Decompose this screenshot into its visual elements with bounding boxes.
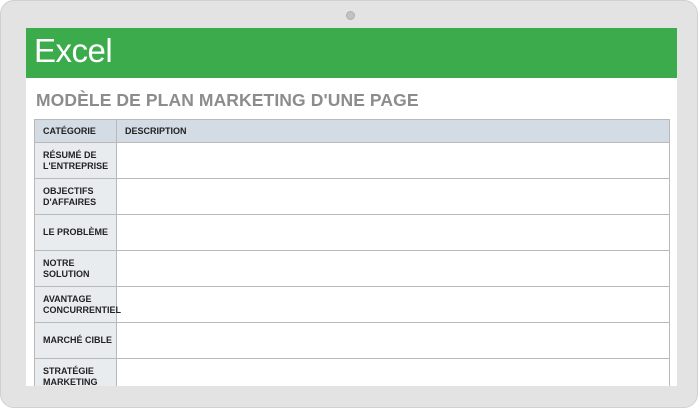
category-cell[interactable]: AVANTAGE CONCURRENTIEL <box>34 286 121 323</box>
column-header-category[interactable]: CATÉGORIE <box>34 119 117 143</box>
screen: Excel MODÈLE DE PLAN MARKETING D'UNE PAG… <box>26 28 677 386</box>
column-header-description[interactable]: DESCRIPTION <box>116 119 670 143</box>
camera-icon <box>346 11 355 20</box>
app-logo-text: Excel <box>34 32 113 69</box>
category-cell[interactable]: LE PROBLÈME <box>34 214 117 251</box>
category-cell[interactable]: NOTRE SOLUTION <box>34 250 117 287</box>
category-cell[interactable]: RÉSUMÉ DE L'ENTREPRISE <box>34 142 117 179</box>
table-row: RÉSUMÉ DE L'ENTREPRISE <box>34 142 670 179</box>
table-row: NOTRE SOLUTION <box>34 250 670 287</box>
table-row: MARCHÉ CIBLE <box>34 322 670 359</box>
excel-banner: Excel <box>26 28 677 78</box>
description-cell[interactable] <box>116 142 670 179</box>
table-row: OBJECTIFS D'AFFAIRES <box>34 178 670 215</box>
marketing-plan-table: CATÉGORIE DESCRIPTION RÉSUMÉ DE L'ENTREP… <box>34 119 670 386</box>
description-cell[interactable] <box>116 250 670 287</box>
table-row: AVANTAGE CONCURRENTIEL <box>34 286 670 323</box>
category-cell[interactable]: OBJECTIFS D'AFFAIRES <box>34 178 117 215</box>
description-cell[interactable] <box>116 214 670 251</box>
description-cell[interactable] <box>116 322 670 359</box>
description-cell[interactable] <box>116 178 670 215</box>
device-frame: Excel MODÈLE DE PLAN MARKETING D'UNE PAG… <box>0 0 698 408</box>
table-row: LE PROBLÈME <box>34 214 670 251</box>
page-title: MODÈLE DE PLAN MARKETING D'UNE PAGE <box>36 90 419 110</box>
category-cell[interactable]: MARCHÉ CIBLE <box>34 322 117 359</box>
category-cell[interactable]: STRATÉGIE MARKETING <box>34 358 117 386</box>
description-cell[interactable] <box>116 286 670 323</box>
description-cell[interactable] <box>116 358 670 386</box>
table-header-row: CATÉGORIE DESCRIPTION <box>34 119 670 143</box>
table-row: STRATÉGIE MARKETING <box>34 358 670 386</box>
